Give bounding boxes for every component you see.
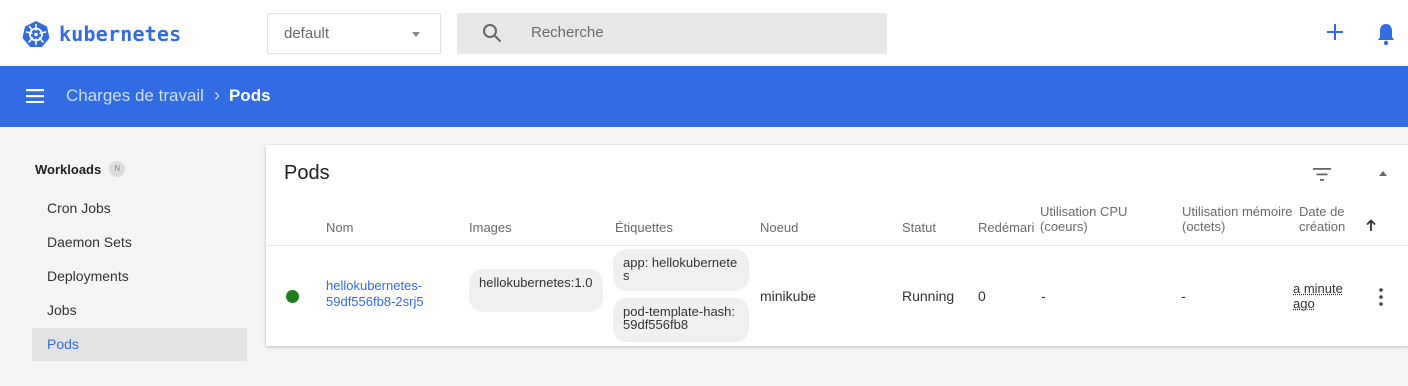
column-header-cpu: Utilisation CPU (coeurs) xyxy=(1040,204,1128,234)
memory-value: - xyxy=(1181,288,1186,304)
sidebar-section-title: Workloads xyxy=(35,161,102,177)
namespace-value: default xyxy=(284,25,330,42)
top-bar: kubernetes default Recherche xyxy=(0,0,1408,66)
notifications-bell-icon[interactable] xyxy=(1376,22,1396,46)
image-chip: hellokubernetes:1.0 xyxy=(469,269,603,312)
breadcrumb-current: Pods xyxy=(228,85,271,105)
caret-down-icon xyxy=(412,32,420,37)
column-header-status[interactable]: Statut xyxy=(902,220,936,235)
age-value: a minute ago xyxy=(1293,281,1343,311)
app-name: kubernetes xyxy=(59,22,182,46)
sidebar-item-jobs[interactable]: Jobs xyxy=(32,294,247,327)
column-header-name[interactable]: Nom xyxy=(326,220,353,235)
search-placeholder: Recherche xyxy=(531,24,604,41)
label-chip-pod-template-hash[interactable]: pod-template-hash: 59df556fb8 xyxy=(613,298,749,342)
sidebar-item-cron-jobs[interactable]: Cron Jobs xyxy=(32,192,247,225)
search-icon xyxy=(483,24,501,42)
collapse-icon[interactable] xyxy=(1379,171,1387,176)
status-value: Running xyxy=(902,288,955,304)
status-running-icon xyxy=(286,290,299,303)
pods-card: Pods Nom Images Étiquettes Noeud Statut … xyxy=(266,145,1408,346)
column-header-node[interactable]: Noeud xyxy=(760,220,798,235)
sidebar-item-pods[interactable]: Pods xyxy=(32,328,247,361)
sidebar-item-deployments[interactable]: Deployments xyxy=(32,260,247,293)
card-title: Pods xyxy=(284,162,330,184)
app-logo[interactable]: kubernetes xyxy=(22,20,181,48)
pod-name-link[interactable]: hellokubernetes-59df556fb8-2srj5 xyxy=(326,278,456,310)
column-header-restarts[interactable]: Redémari xyxy=(978,220,1034,235)
breadcrumb-workloads-link[interactable]: Charges de travail xyxy=(66,86,204,106)
label-chip-app[interactable]: app: hellokubernetes xyxy=(613,249,749,291)
sidebar: Workloads N Cron Jobs Daemon Sets Deploy… xyxy=(0,127,262,386)
namespaced-badge: N xyxy=(109,161,126,177)
more-vert-icon[interactable] xyxy=(1379,288,1383,306)
header-divider xyxy=(266,245,1408,246)
breadcrumb-header: Charges de travail › Pods xyxy=(0,66,1408,127)
plus-icon xyxy=(1327,24,1343,40)
kubernetes-logo-icon xyxy=(22,21,50,47)
restarts-value: 0 xyxy=(978,288,986,304)
column-header-images: Images xyxy=(469,220,512,235)
chevron-right-icon: › xyxy=(213,85,220,105)
sidebar-item-daemon-sets[interactable]: Daemon Sets xyxy=(32,226,247,259)
sidebar-section-workloads[interactable]: Workloads N xyxy=(35,161,126,177)
breadcrumb: Charges de travail › Pods xyxy=(66,85,271,106)
column-header-created[interactable]: Date de création xyxy=(1299,204,1361,234)
namespace-select[interactable]: default xyxy=(267,13,441,54)
search-input[interactable]: Recherche xyxy=(457,13,887,54)
filter-icon[interactable] xyxy=(1313,168,1331,181)
sort-arrow-up-icon[interactable] xyxy=(1366,219,1376,231)
cpu-value: - xyxy=(1041,288,1046,304)
hamburger-menu-icon[interactable] xyxy=(26,89,44,103)
create-resource-button[interactable] xyxy=(1323,18,1347,46)
node-value: minikube xyxy=(760,288,817,304)
column-header-labels: Étiquettes xyxy=(615,220,673,235)
column-header-memory: Utilisation mémoire (octets) xyxy=(1182,204,1293,234)
